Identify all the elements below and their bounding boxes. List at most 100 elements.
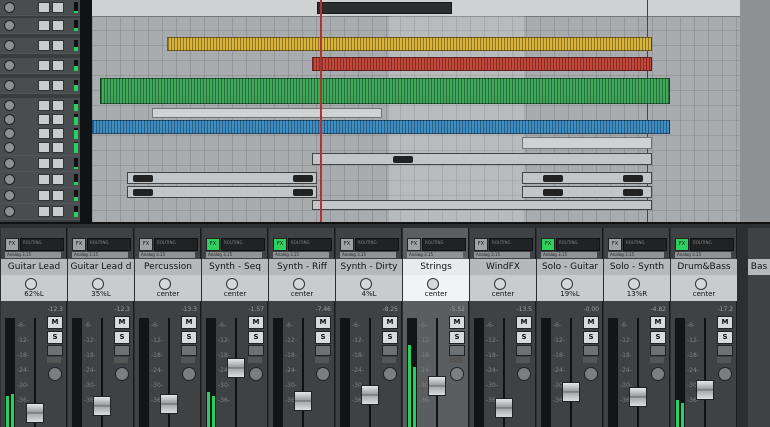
fx-button[interactable]: FX	[541, 238, 555, 251]
phase-button[interactable]	[181, 345, 197, 356]
timeline[interactable]	[92, 0, 770, 222]
phase-button[interactable]	[114, 345, 130, 356]
solo-button[interactable]	[52, 190, 64, 201]
record-arm-icon[interactable]	[584, 367, 598, 381]
mute-button[interactable]: M	[47, 316, 63, 329]
volume-fader[interactable]	[227, 358, 245, 379]
pan-knob-icon[interactable]	[293, 278, 305, 290]
mute-button[interactable]	[38, 158, 50, 169]
track-header[interactable]	[0, 18, 80, 34]
volume-knob-icon[interactable]	[4, 174, 15, 185]
solo-button[interactable]	[52, 174, 64, 185]
plugin-slot[interactable]: Analog 3.15	[608, 252, 664, 258]
media-item-red[interactable]	[312, 57, 652, 71]
record-arm-icon[interactable]	[718, 367, 732, 381]
record-arm-icon[interactable]	[383, 367, 397, 381]
plugin-slot[interactable]: Analog 3.15	[675, 252, 731, 258]
vertical-scrollbar[interactable]	[80, 0, 92, 222]
phase-button[interactable]	[650, 345, 666, 356]
mute-button[interactable]: M	[382, 316, 398, 329]
media-item[interactable]	[152, 108, 382, 118]
solo-button[interactable]	[52, 114, 64, 125]
solo-button[interactable]: S	[248, 331, 264, 344]
channel-name[interactable]: Strings	[403, 259, 469, 275]
fx-button[interactable]: FX	[608, 238, 622, 251]
track-header[interactable]	[0, 172, 80, 188]
trim-button[interactable]	[650, 357, 664, 363]
channel-name[interactable]: Guitar Lead d	[68, 259, 134, 275]
fx-button[interactable]: FX	[72, 238, 86, 251]
pan-knob-icon[interactable]	[628, 278, 640, 290]
phase-button[interactable]	[382, 345, 398, 356]
volume-knob-icon[interactable]	[4, 142, 15, 153]
plugin-slot[interactable]: Analog 3.15	[541, 252, 597, 258]
partial-channel-strip[interactable]: Bas	[748, 228, 770, 427]
volume-knob-icon[interactable]	[4, 60, 15, 71]
record-arm-icon[interactable]	[249, 367, 263, 381]
trim-button[interactable]	[516, 357, 530, 363]
solo-button[interactable]: S	[449, 331, 465, 344]
media-item-yellow[interactable]	[167, 37, 652, 51]
midi-item[interactable]	[312, 200, 652, 210]
phase-button[interactable]	[449, 345, 465, 356]
track-header[interactable]	[0, 204, 80, 220]
plugin-slot[interactable]: Analog 3.15	[5, 252, 61, 258]
track-header[interactable]	[0, 78, 80, 94]
mute-button[interactable]: M	[248, 316, 264, 329]
solo-button[interactable]	[52, 2, 64, 13]
pan-knob-icon[interactable]	[159, 278, 171, 290]
volume-fader[interactable]	[294, 390, 312, 411]
record-arm-icon[interactable]	[316, 367, 330, 381]
volume-knob-icon[interactable]	[4, 2, 15, 13]
pan-knob-icon[interactable]	[695, 278, 707, 290]
plugin-slot[interactable]: Analog 3.15	[474, 252, 530, 258]
phase-button[interactable]	[47, 345, 63, 356]
fader-track[interactable]	[637, 318, 639, 427]
mute-button[interactable]: M	[717, 316, 733, 329]
solo-button[interactable]: S	[516, 331, 532, 344]
trim-button[interactable]	[181, 357, 195, 363]
trim-button[interactable]	[47, 357, 61, 363]
pan-knob-icon[interactable]	[226, 278, 238, 290]
midi-item[interactable]	[312, 153, 652, 165]
mute-button[interactable]	[38, 206, 50, 217]
track-header[interactable]	[0, 0, 80, 16]
mute-button[interactable]	[38, 128, 50, 139]
fader-track[interactable]	[704, 318, 706, 427]
midi-item[interactable]	[522, 186, 652, 198]
mute-button[interactable]: M	[516, 316, 532, 329]
pan-knob-icon[interactable]	[360, 278, 372, 290]
volume-knob-icon[interactable]	[4, 128, 15, 139]
mute-button[interactable]	[38, 80, 50, 91]
mute-button[interactable]: M	[449, 316, 465, 329]
mute-button[interactable]	[38, 60, 50, 71]
fader-track[interactable]	[436, 318, 438, 427]
trim-button[interactable]	[315, 357, 329, 363]
routing-button[interactable]: ROUTING	[623, 238, 667, 251]
fx-button[interactable]: FX	[407, 238, 421, 251]
midi-item[interactable]	[522, 172, 652, 184]
mute-button[interactable]	[38, 114, 50, 125]
record-arm-icon[interactable]	[651, 367, 665, 381]
mute-button[interactable]	[38, 40, 50, 51]
media-item[interactable]	[522, 137, 652, 149]
solo-button[interactable]: S	[650, 331, 666, 344]
volume-fader[interactable]	[629, 387, 647, 408]
channel-name[interactable]: Solo - Synth	[604, 259, 670, 275]
track-header[interactable]	[0, 188, 80, 204]
channel-name[interactable]: Solo - Guitar	[537, 259, 603, 275]
trim-button[interactable]	[717, 357, 731, 363]
solo-button[interactable]	[52, 206, 64, 217]
trim-button[interactable]	[114, 357, 128, 363]
trim-button[interactable]	[382, 357, 396, 363]
routing-button[interactable]: ROUTING	[690, 238, 734, 251]
fx-button[interactable]: FX	[340, 238, 354, 251]
routing-button[interactable]: ROUTING	[154, 238, 198, 251]
channel-name[interactable]: Drum&Bass	[671, 259, 737, 275]
mute-button[interactable]	[38, 190, 50, 201]
track-header[interactable]	[0, 38, 80, 54]
track-header[interactable]	[0, 58, 80, 74]
fx-button[interactable]: FX	[5, 238, 19, 251]
mute-button[interactable]: M	[583, 316, 599, 329]
volume-knob-icon[interactable]	[4, 100, 15, 111]
